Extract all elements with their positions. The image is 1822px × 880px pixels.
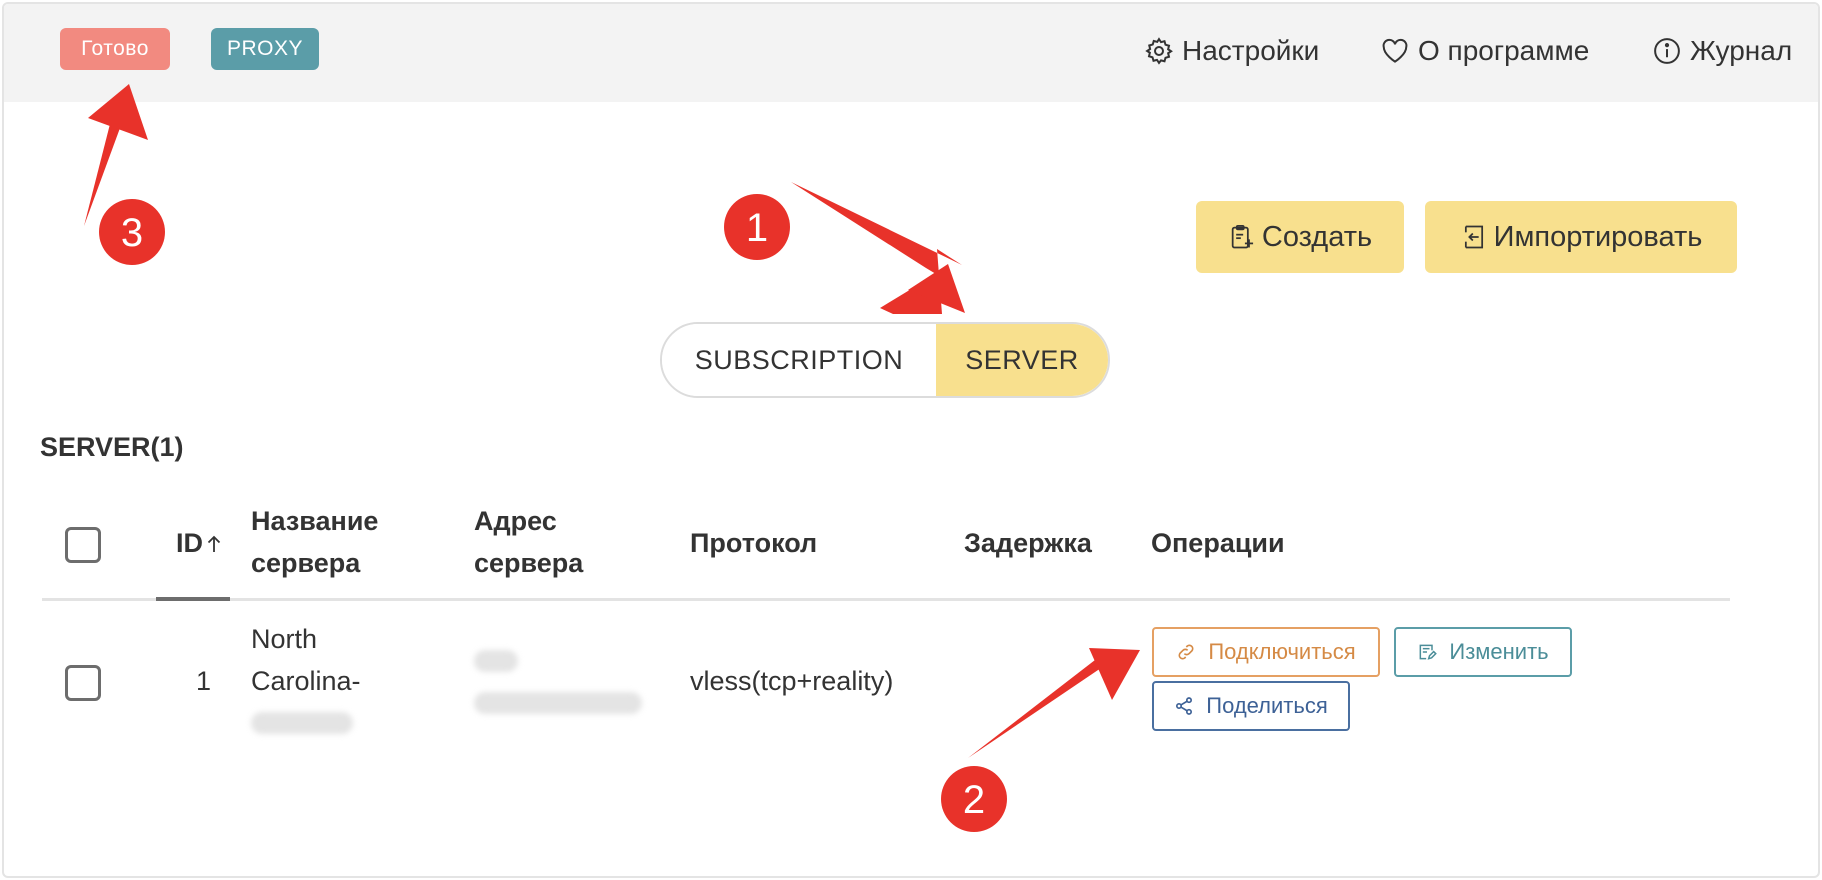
sort-indicator-underline	[156, 597, 230, 601]
row-protocol: vless(tcp+reality)	[690, 666, 894, 696]
column-header-address-line2: сервера	[474, 548, 584, 578]
import-button[interactable]: Импортировать	[1425, 201, 1737, 273]
column-header-operations: Операции	[1151, 528, 1285, 558]
gear-icon	[1145, 37, 1173, 65]
nav-about[interactable]: О программе	[1380, 30, 1589, 72]
status-badge-ready[interactable]: Готово	[60, 28, 170, 70]
table-header-divider	[42, 598, 1730, 601]
nav-log[interactable]: Журнал	[1652, 30, 1792, 72]
import-icon	[1464, 225, 1483, 249]
create-button[interactable]: Создать	[1196, 201, 1404, 273]
nav-settings[interactable]: Настройки	[1144, 30, 1319, 72]
column-header-address-line1: Адрес	[474, 506, 557, 536]
share-button[interactable]: Поделиться	[1152, 681, 1350, 731]
column-header-name: Название сервера	[251, 500, 378, 584]
edit-icon	[1419, 644, 1438, 660]
share-icon	[1176, 697, 1193, 715]
edit-button-label: Изменить	[1449, 639, 1549, 664]
row-id: 1	[196, 666, 212, 696]
create-button-label: Создать	[1261, 220, 1373, 253]
nav-log-label: Журнал	[1690, 35, 1793, 66]
info-icon	[1654, 38, 1680, 64]
row-server-address-redacted	[474, 640, 642, 724]
column-header-name-line1: Название	[251, 506, 379, 536]
connect-button-label: Подключиться	[1208, 639, 1356, 664]
tab-subscription[interactable]: SUBSCRIPTION	[662, 324, 936, 396]
column-header-id-label: ID	[176, 528, 203, 558]
row-server-name-redacted	[251, 702, 361, 744]
column-header-id[interactable]: ID	[176, 522, 222, 564]
row-server-name-line2: Carolina-	[251, 666, 361, 696]
row-checkbox[interactable]	[65, 665, 101, 701]
link-icon	[1178, 644, 1194, 660]
section-title: SERVER(1)	[40, 432, 184, 462]
app-window: Готово PROXY Настройки О программе Журна…	[2, 2, 1820, 878]
share-button-label: Поделиться	[1206, 693, 1328, 718]
tab-server[interactable]: SERVER	[936, 324, 1108, 396]
mode-badge-proxy[interactable]: PROXY	[211, 28, 319, 70]
sort-arrow-up-icon	[207, 535, 221, 552]
row-server-name-line1: North	[251, 624, 318, 654]
column-header-protocol: Протокол	[690, 528, 818, 558]
top-bar: Готово PROXY Настройки О программе Журна…	[4, 4, 1818, 102]
column-header-name-line2: сервера	[251, 548, 361, 578]
clipboard-add-icon	[1231, 225, 1253, 249]
import-button-label: Импортировать	[1493, 220, 1703, 253]
nav-settings-label: Настройки	[1182, 35, 1320, 66]
column-header-latency: Задержка	[964, 528, 1092, 558]
edit-button[interactable]: Изменить	[1394, 627, 1572, 677]
row-server-name: North Carolina-	[251, 618, 361, 744]
view-toggle: SUBSCRIPTION SERVER	[660, 322, 1110, 398]
nav-about-label: О программе	[1418, 35, 1590, 66]
heart-icon	[1382, 38, 1408, 63]
select-all-checkbox[interactable]	[65, 527, 101, 563]
column-header-address: Адрес сервера	[474, 500, 583, 584]
connect-button[interactable]: Подключиться	[1152, 627, 1380, 677]
